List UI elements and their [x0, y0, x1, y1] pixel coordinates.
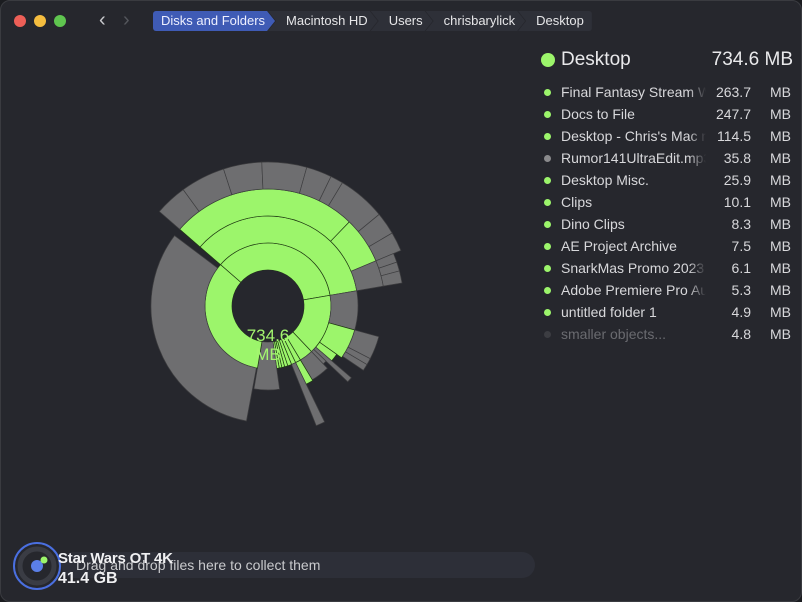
list-item[interactable]: AE Project Archive 7.5 MB [541, 235, 791, 257]
folder-dot-icon [544, 111, 551, 118]
list-item-size: 263.7 [715, 84, 751, 100]
back-button[interactable]: ‹ [99, 10, 106, 30]
selected-folder-header: Desktop 734.6 MB [541, 49, 793, 73]
list-item[interactable]: Final Fantasy Stream Wrap 263.7 MB [541, 81, 791, 103]
list-item-size: 114.5 [717, 128, 751, 144]
list-item-size: 6.1 [731, 260, 751, 276]
list-item[interactable]: Dino Clips 8.3 MB [541, 213, 791, 235]
list-item-unit: MB [770, 106, 791, 122]
sunburst-chart[interactable]: 734.6 MB [1, 41, 531, 541]
list-item-unit: MB [770, 260, 791, 276]
list-item[interactable]: Rumor141UltraEdit.mp3 35.8 MB [541, 147, 791, 169]
list-item[interactable]: Clips 10.1 MB [541, 191, 791, 213]
disk-indicator-dot [40, 556, 48, 564]
list-item-unit: MB [770, 84, 791, 100]
folder-dot-icon [544, 243, 551, 250]
list-item-name: Desktop - Chris's Mac mini [561, 128, 706, 144]
file-dot-icon [544, 155, 551, 162]
list-item-name: Docs to File [561, 106, 635, 122]
list-item-unit: MB [770, 172, 791, 188]
breadcrumb-desktop[interactable]: Desktop [518, 11, 592, 31]
folder-dot-icon [544, 309, 551, 316]
list-item-unit: MB [770, 282, 791, 298]
list-item-unit: MB [770, 216, 791, 232]
list-item-unit: MB [770, 150, 791, 166]
list-item-size: 4.9 [731, 304, 751, 320]
sunburst-segment-final-fantasy-stream-wrap-leaf[interactable] [261, 161, 308, 194]
list-item-name: AE Project Archive [561, 238, 677, 254]
center-total-unit: MB [255, 345, 281, 364]
list-item[interactable]: untitled folder 1 4.9 MB [541, 301, 791, 323]
maximize-button[interactable] [54, 15, 66, 27]
center-total-value: 734.6 [246, 326, 290, 345]
list-item-name: smaller objects... [561, 326, 667, 342]
list-item-name: untitled folder 1 [561, 304, 657, 320]
list-item-unit: MB [770, 238, 791, 254]
list-item-size: 25.9 [723, 172, 751, 188]
list-item-size: 4.8 [731, 326, 751, 342]
selected-folder-name: Desktop [561, 49, 631, 70]
title-bar: ‹ › Disks and Folders Macintosh HD Users… [1, 1, 801, 41]
folder-dot-icon [544, 89, 551, 96]
disk-usage-icon[interactable] [12, 541, 62, 591]
list-item-size: 5.3 [731, 282, 751, 298]
forward-button[interactable]: › [123, 10, 130, 30]
selected-folder-size: 734.6 MB [711, 49, 793, 70]
list-item-unit: MB [770, 326, 791, 342]
folder-dot-icon [544, 331, 551, 338]
breadcrumb-chrisbarylick[interactable]: chrisbarylick [426, 11, 526, 31]
list-item[interactable]: smaller objects... 4.8 MB [541, 323, 791, 345]
list-item-name: Desktop Misc. [561, 172, 649, 188]
app-window: ‹ › Disks and Folders Macintosh HD Users… [0, 0, 802, 602]
minimize-button[interactable] [34, 15, 46, 27]
sunburst-svg[interactable] [1, 41, 531, 541]
breadcrumb: Disks and Folders Macintosh HD Users chr… [153, 11, 592, 31]
list-item[interactable]: Desktop Misc. 25.9 MB [541, 169, 791, 191]
list-item[interactable]: Adobe Premiere Pro Auto-Save 5.3 MB [541, 279, 791, 301]
breadcrumb-disks-and-folders[interactable]: Disks and Folders [153, 11, 275, 31]
folder-dot-icon [544, 133, 551, 140]
list-item-unit: MB [770, 304, 791, 320]
list-item-unit: MB [770, 128, 791, 144]
list-item[interactable]: SnarkMas Promo 2023 6.1 MB [541, 257, 791, 279]
list-item-size: 8.3 [731, 216, 751, 232]
list-item-unit: MB [770, 194, 791, 210]
folder-dot-icon [544, 199, 551, 206]
chevron-right-icon: › [123, 9, 130, 31]
center-total[interactable]: 734.6 MB [228, 326, 308, 364]
list-item-name: Rumor141UltraEdit.mp3 [561, 150, 706, 166]
list-item-name: SnarkMas Promo 2023 [561, 260, 705, 276]
folder-dot-icon [541, 53, 555, 67]
disk-size: 41.4 GB [58, 570, 118, 587]
list-item-name: Dino Clips [561, 216, 625, 232]
disk-name[interactable]: Star Wars OT 4K [58, 550, 173, 567]
folder-dot-icon [544, 265, 551, 272]
folder-dot-icon [544, 177, 551, 184]
folder-dot-icon [544, 287, 551, 294]
folder-dot-icon [544, 221, 551, 228]
breadcrumb-users[interactable]: Users [371, 11, 433, 31]
breadcrumb-macintosh-hd[interactable]: Macintosh HD [268, 11, 378, 31]
list-item-size: 7.5 [731, 238, 751, 254]
close-button[interactable] [14, 15, 26, 27]
list-item-size: 35.8 [723, 150, 751, 166]
list-item-name: Adobe Premiere Pro Auto-Save [561, 282, 706, 298]
list-item[interactable]: Desktop - Chris's Mac mini 114.5 MB [541, 125, 791, 147]
list-item-name: Clips [561, 194, 593, 210]
list-item-name: Final Fantasy Stream Wrap [561, 84, 706, 100]
chevron-left-icon: ‹ [99, 9, 106, 31]
list-item[interactable]: Docs to File 247.7 MB [541, 103, 791, 125]
item-list: Final Fantasy Stream Wrap263.7MBDocs to … [541, 81, 791, 345]
list-item-size: 247.7 [715, 106, 751, 122]
list-item-size: 10.1 [723, 194, 751, 210]
